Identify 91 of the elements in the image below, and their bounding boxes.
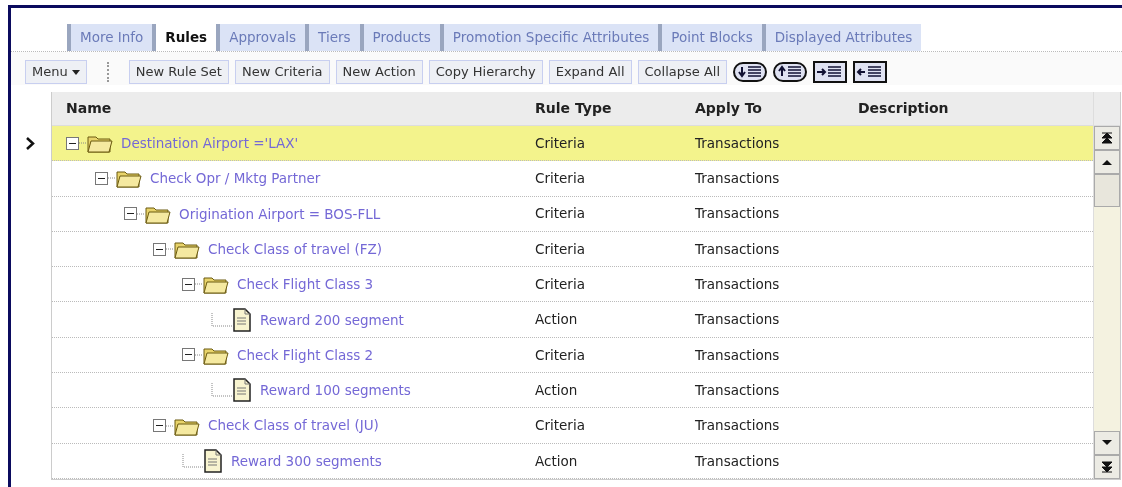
tree-line — [195, 283, 203, 286]
rule-name[interactable]: Check Class of travel (FZ) — [208, 238, 382, 260]
scroll-bottom-icon — [1101, 460, 1113, 473]
toolbar-button[interactable]: Copy Hierarchy — [428, 60, 543, 84]
tree-row[interactable]: Check Class of travel (JU) Criteria Transactions — [52, 408, 1093, 444]
tree-line — [182, 453, 203, 468]
column-header[interactable]: Rule Type — [535, 100, 612, 116]
tree-line — [211, 383, 232, 398]
rule-name[interactable]: Check Opr / Mktg Partner — [150, 168, 321, 189]
rule-type: Action — [535, 381, 578, 398]
toolbar-button[interactable]: New Rule Set — [128, 60, 229, 84]
caret-icon — [71, 69, 80, 75]
rule-type: Criteria — [535, 417, 585, 434]
rule-type: Action — [535, 452, 578, 469]
folder-icon — [87, 133, 113, 154]
rule-type: Action — [535, 311, 578, 328]
menu-button[interactable]: Menu — [25, 60, 87, 84]
toolbar-button[interactable]: New Action — [335, 60, 423, 84]
scroll-up-button[interactable] — [1094, 150, 1120, 174]
folder-icon — [203, 274, 229, 295]
apply-to: Transactions — [695, 452, 780, 469]
move-down-button[interactable] — [733, 61, 768, 83]
collapse-icon[interactable] — [182, 348, 195, 362]
rule-name[interactable]: Reward 200 segment — [260, 309, 404, 330]
apply-to: Transactions — [695, 134, 780, 151]
collapse-icon[interactable] — [182, 277, 195, 291]
indent-button[interactable] — [813, 61, 848, 83]
rule-type: Criteria — [535, 134, 585, 151]
row-pointer-icon — [25, 137, 35, 150]
document-icon — [203, 448, 223, 473]
tree-row[interactable]: Reward 100 segments Action Transactions — [52, 373, 1093, 409]
column-header[interactable]: Apply To — [695, 100, 762, 116]
apply-to: Transactions — [695, 417, 780, 434]
move-up-icon — [773, 61, 808, 83]
rule-type: Criteria — [535, 170, 585, 187]
apply-to: Transactions — [695, 276, 780, 293]
apply-to: Transactions — [695, 240, 780, 257]
column-header[interactable]: Description — [858, 100, 949, 116]
scroll-down-button[interactable] — [1094, 430, 1120, 455]
tree-row[interactable]: Origination Airport = BOS-FLL Criteria Transactions — [52, 196, 1093, 232]
rule-name[interactable]: Origination Airport = BOS-FLL — [179, 203, 381, 224]
outdent-icon — [853, 61, 888, 83]
rule-name[interactable]: Check Flight Class 3 — [237, 274, 374, 295]
tree-line — [108, 177, 116, 180]
tree-line — [195, 353, 203, 356]
tree-line — [137, 212, 145, 215]
collapse-icon[interactable] — [153, 242, 166, 256]
collapse-icon[interactable] — [153, 419, 166, 432]
scroll-top-icon — [1101, 132, 1113, 144]
tree-row[interactable]: Check Opr / Mktg Partner Criteria Transactions — [52, 161, 1093, 197]
tree-row[interactable]: Check Flight Class 3 Criteria Transactions — [52, 267, 1093, 303]
tree-line — [166, 424, 174, 427]
scroll-bottom-button[interactable] — [1094, 454, 1120, 479]
outdent-button[interactable] — [853, 61, 888, 83]
tree-row[interactable]: Check Flight Class 2 Criteria Transactions — [52, 337, 1093, 374]
collapse-icon[interactable] — [124, 207, 137, 221]
toolbar-button[interactable]: Expand All — [548, 60, 632, 84]
rule-type: Criteria — [535, 205, 585, 222]
rule-type: Criteria — [535, 276, 585, 293]
folder-icon — [174, 239, 200, 260]
indent-icon — [813, 61, 848, 83]
collapse-icon[interactable] — [95, 171, 108, 185]
rule-name[interactable]: Check Flight Class 2 — [237, 344, 374, 366]
tree-line — [166, 248, 174, 251]
scroll-top-button[interactable] — [1094, 126, 1120, 150]
document-icon — [232, 378, 252, 403]
apply-to: Transactions — [695, 205, 780, 222]
column-header[interactable]: Name — [66, 98, 112, 119]
rule-name[interactable]: Reward 300 segments — [231, 450, 382, 471]
rule-type: Criteria — [535, 240, 585, 257]
move-up-button[interactable] — [773, 61, 808, 83]
apply-to: Transactions — [695, 170, 780, 187]
apply-to: Transactions — [695, 311, 780, 328]
tree-row[interactable]: Reward 200 segment Action Transactions — [52, 302, 1093, 338]
rule-name[interactable]: Destination Airport ='LAX' — [121, 133, 299, 154]
tree-row[interactable]: Reward 300 segments Action Transactions — [52, 443, 1093, 479]
tree-row[interactable]: Check Class of travel (FZ) Criteria Transactions — [52, 231, 1093, 268]
toolbar-button[interactable]: New Criteria — [234, 60, 330, 84]
document-icon — [232, 307, 252, 332]
tree-line — [211, 312, 232, 327]
tree-line — [79, 142, 87, 145]
folder-icon — [116, 168, 142, 189]
toolbar-button[interactable]: Collapse All — [637, 60, 728, 84]
apply-to: Transactions — [695, 381, 780, 398]
rule-type: Criteria — [535, 346, 585, 363]
collapse-icon[interactable] — [66, 136, 79, 150]
move-down-icon — [733, 61, 768, 83]
apply-to: Transactions — [695, 346, 780, 363]
rule-name[interactable]: Check Class of travel (JU) — [208, 415, 379, 436]
scroll-thumb[interactable] — [1094, 174, 1120, 207]
rule-name[interactable]: Reward 100 segments — [260, 380, 411, 401]
